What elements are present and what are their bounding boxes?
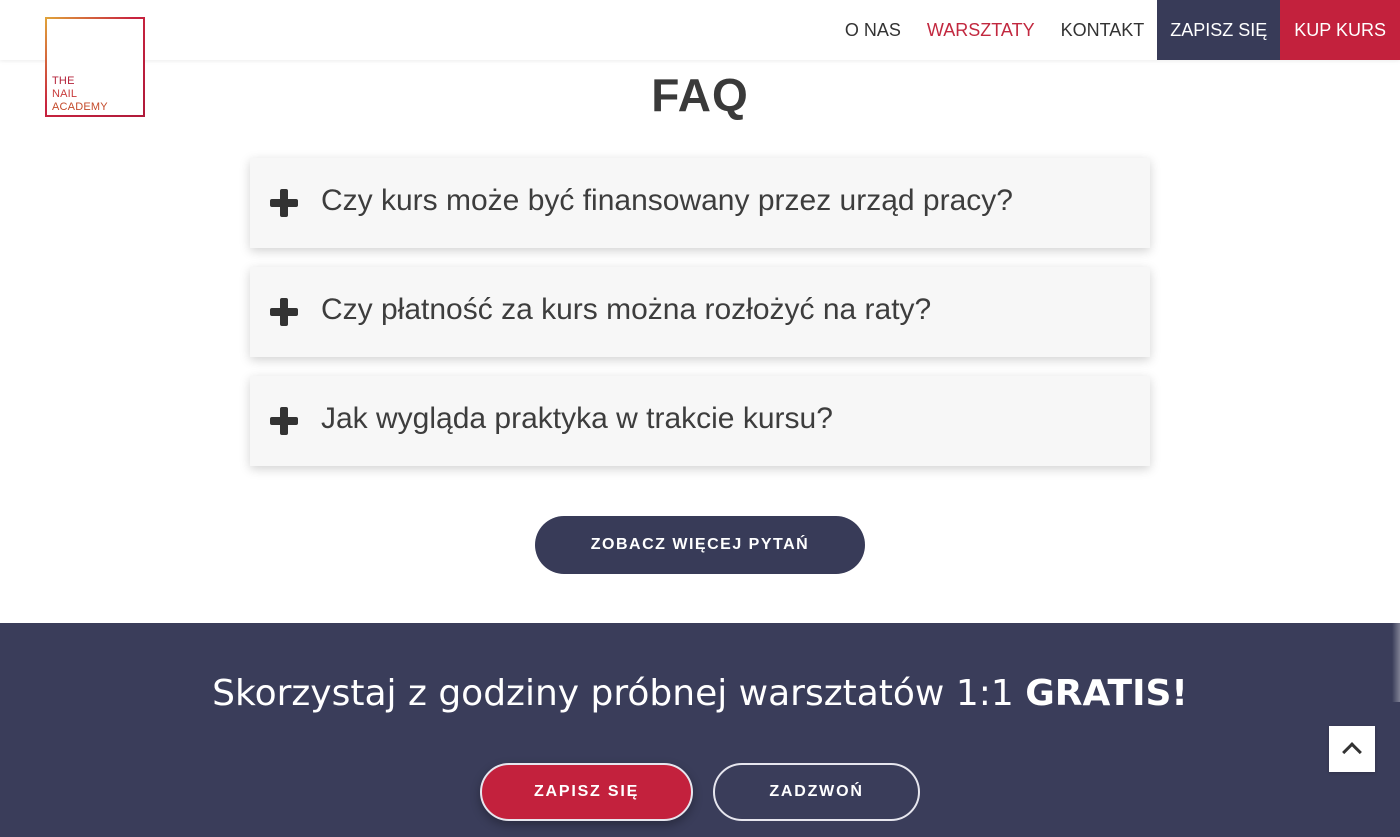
- signup-button[interactable]: ZAPISZ SIĘ: [480, 763, 693, 821]
- call-button[interactable]: ZADZWOŃ: [713, 763, 920, 821]
- scroll-to-top-button[interactable]: [1329, 726, 1375, 772]
- faq-item[interactable]: Jak wygląda praktyka w trakcie kursu?: [250, 376, 1150, 466]
- faq-item[interactable]: Czy kurs może być finansowany przez urzą…: [250, 158, 1150, 248]
- faq-item[interactable]: Czy płatność za kurs można rozłożyć na r…: [250, 267, 1150, 357]
- faq-question: Czy kurs może być finansowany przez urzą…: [321, 184, 1013, 217]
- logo[interactable]: THE NAIL ACADEMY: [45, 17, 145, 117]
- plus-icon[interactable]: [270, 189, 298, 217]
- main-nav: O NAS WARSZTATY KONTAKT ZAPISZ SIĘ KUP K…: [832, 0, 1400, 60]
- chevron-up-icon: [1342, 742, 1362, 762]
- logo-line-nail: NAIL: [52, 88, 78, 100]
- logo-line-the: THE: [52, 75, 75, 87]
- faq-title: FAQ: [651, 69, 749, 121]
- cta-heading: Skorzystaj z godziny próbnej warsztatów …: [0, 673, 1400, 714]
- site-header: O NAS WARSZTATY KONTAKT ZAPISZ SIĘ KUP K…: [0, 0, 1400, 60]
- plus-icon[interactable]: [270, 298, 298, 326]
- nav-item-kup-kurs[interactable]: KUP KURS: [1280, 0, 1400, 60]
- nav-item-warsztaty[interactable]: WARSZTATY: [914, 0, 1048, 60]
- more-questions-button[interactable]: ZOBACZ WIĘCEJ PYTAŃ: [535, 516, 865, 574]
- cta-emphasis: GRATIS!: [1025, 673, 1188, 714]
- cta-text: Skorzystaj z godziny próbnej warsztatów …: [212, 673, 1026, 714]
- scrollbar[interactable]: [1392, 622, 1400, 702]
- faq-question: Czy płatność za kurs można rozłożyć na r…: [321, 293, 932, 326]
- logo-line-academy: ACADEMY: [52, 101, 108, 113]
- nav-item-kontakt[interactable]: KONTAKT: [1048, 0, 1158, 60]
- cta-section: Skorzystaj z godziny próbnej warsztatów …: [0, 623, 1400, 837]
- nav-item-zapisz-sie[interactable]: ZAPISZ SIĘ: [1157, 0, 1281, 60]
- plus-icon[interactable]: [270, 407, 298, 435]
- faq-question: Jak wygląda praktyka w trakcie kursu?: [321, 402, 833, 435]
- nav-item-o-nas[interactable]: O NAS: [832, 0, 914, 60]
